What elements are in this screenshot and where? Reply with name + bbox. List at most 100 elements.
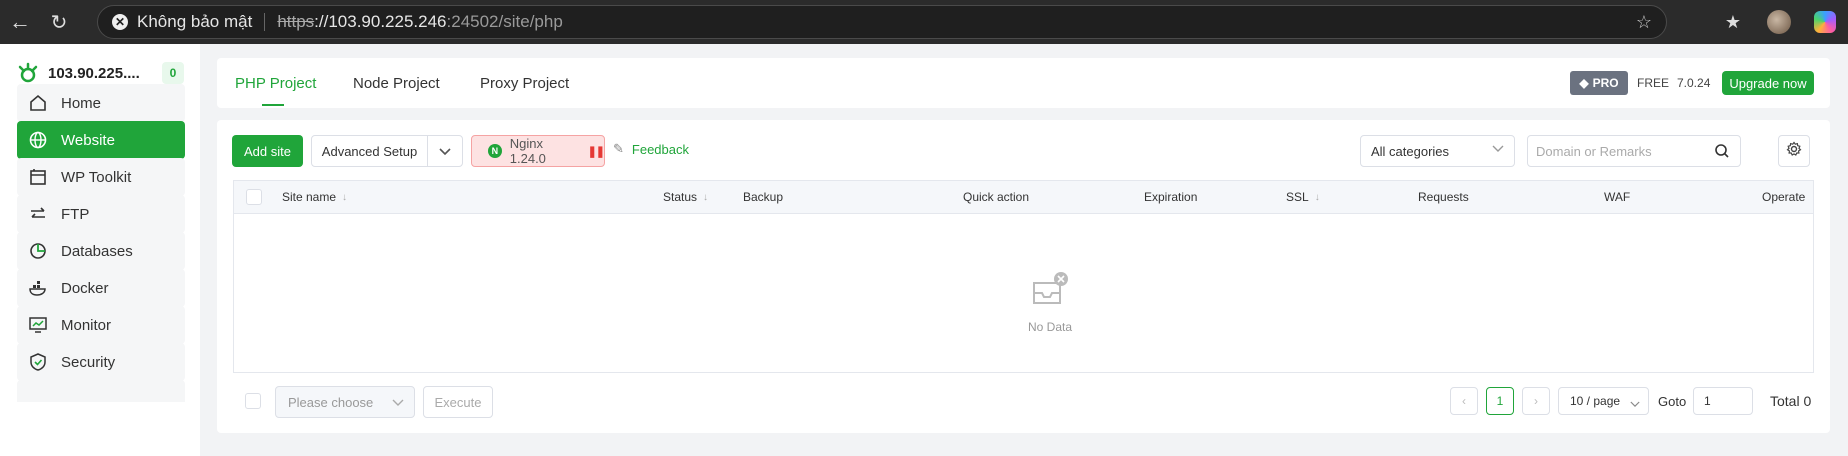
search-input[interactable] [1536, 143, 1706, 159]
page-number-button[interactable]: 1 [1486, 387, 1514, 415]
notification-badge[interactable]: 0 [162, 62, 184, 84]
diamond-icon: ◆ [1579, 76, 1589, 90]
sidebar-item-label: Monitor [61, 316, 112, 334]
goto-page-input[interactable]: 1 [1693, 387, 1753, 415]
docker-icon [27, 277, 49, 299]
column-ssl[interactable]: SSL ↓ [1286, 190, 1320, 204]
sidebar-item-label: Website [61, 131, 115, 149]
next-page-button[interactable]: › [1522, 387, 1550, 415]
server-host: 103.90.225.... [48, 64, 140, 82]
shield-icon [27, 351, 49, 373]
empty-state: No Data [1000, 271, 1100, 334]
browser-toolbar: ← ↻ ✕ Không bảo mật https://103.90.225.2… [0, 0, 1848, 44]
batch-select-checkbox[interactable] [245, 393, 261, 409]
sidebar-item-label: Home [61, 94, 102, 112]
sidebar-item-wp-toolkit[interactable]: WP Toolkit [17, 158, 185, 196]
sort-icon: ↓ [342, 191, 348, 203]
sidebar-item-label: Security [61, 353, 116, 371]
home-icon [27, 92, 49, 114]
nginx-version-label: Nginx 1.24.0 [509, 136, 546, 166]
add-site-button[interactable]: Add site [232, 135, 303, 167]
batch-action-select[interactable]: Please choose [275, 386, 415, 418]
feedback-label: Feedback [631, 141, 689, 157]
sidebar-item-label: FTP [61, 205, 90, 223]
security-label[interactable]: Không bảo mật [137, 12, 252, 32]
table-settings-button[interactable] [1778, 135, 1810, 167]
sidebar-item-home[interactable]: Home [17, 84, 185, 122]
browser-actions: ★ [1710, 0, 1848, 44]
sidebar-item-label: Docker [61, 279, 109, 297]
sidebar-item-label: Databases [61, 242, 133, 260]
free-label: FREE [1637, 76, 1670, 90]
tab-php-project[interactable]: PHP Project [235, 58, 316, 108]
bookmark-star-icon[interactable]: ☆ [1636, 12, 1652, 33]
column-expiration: Expiration [1144, 190, 1198, 204]
sidebar: 103.90.225.... 0 Home Website WP Toolkit… [0, 44, 200, 456]
aapanel-logo-icon [18, 62, 38, 83]
copilot-icon[interactable] [1802, 11, 1848, 33]
back-icon[interactable]: ← [0, 2, 40, 42]
execute-button[interactable]: Execute [423, 386, 493, 418]
profile-avatar[interactable] [1756, 10, 1802, 34]
gear-icon [1786, 141, 1802, 162]
url-text[interactable]: https://103.90.225.246:24502/site/php [277, 12, 562, 32]
sort-icon: ↓ [1314, 191, 1320, 203]
nginx-icon: N [488, 144, 502, 158]
search-box[interactable] [1527, 135, 1741, 167]
column-quick-action: Quick action [963, 190, 1030, 204]
column-operate: Operate [1762, 190, 1806, 204]
empty-inbox-icon [1033, 272, 1068, 304]
column-status[interactable]: Status ↓ [663, 190, 708, 204]
active-tab-indicator [262, 104, 284, 106]
database-icon [27, 240, 49, 262]
category-select[interactable]: All categories [1360, 135, 1515, 167]
prev-page-button[interactable]: ‹ [1450, 387, 1478, 415]
address-divider [264, 13, 266, 31]
sidebar-item-ftp[interactable]: FTP [17, 195, 185, 233]
wp-toolkit-icon [27, 166, 49, 188]
sidebar-item-security[interactable]: Security [17, 343, 185, 381]
chevron-right-icon: › [1534, 394, 1538, 408]
tab-node-project[interactable]: Node Project [353, 58, 440, 108]
search-icon[interactable] [1714, 143, 1730, 164]
column-site-name[interactable]: Site name ↓ [282, 190, 347, 204]
chevron-down-icon [392, 395, 404, 410]
feedback-link[interactable]: ✎ Feedback [613, 141, 689, 157]
sidebar-item-monitor[interactable]: Monitor [17, 306, 185, 344]
favorites-icon[interactable]: ★ [1710, 12, 1756, 33]
sidebar-item-label: WP Toolkit [61, 168, 132, 186]
table-header: Site name ↓ Status ↓ Backup Quick action E… [234, 181, 1813, 214]
edit-icon: ✎ [613, 141, 624, 156]
version-label: 7.0.24 [1677, 76, 1711, 90]
address-bar[interactable]: ✕ Không bảo mật https://103.90.225.246:2… [97, 5, 1667, 39]
upgrade-now-button[interactable]: Upgrade now [1722, 71, 1814, 95]
site-table: Site name ↓ Status ↓ Backup Quick action E… [233, 180, 1814, 373]
chevron-down-icon [439, 144, 451, 159]
select-all-checkbox[interactable] [246, 189, 262, 205]
advanced-setup-dropdown[interactable] [427, 135, 463, 167]
chevron-down-icon [1492, 144, 1504, 156]
reload-icon[interactable]: ↻ [39, 2, 79, 42]
advanced-setup-button[interactable]: Advanced Setup [311, 135, 428, 167]
tab-proxy-project[interactable]: Proxy Project [480, 58, 569, 108]
column-backup: Backup [743, 190, 784, 204]
sort-icon: ↓ [703, 191, 709, 203]
not-secure-icon[interactable]: ✕ [112, 14, 128, 30]
sidebar-item-docker[interactable]: Docker [17, 269, 185, 307]
sidebar-item-partial [17, 380, 185, 402]
goto-label: Goto [1658, 394, 1687, 409]
chevron-down-icon [1630, 397, 1640, 411]
total-count: Total 0 [1770, 393, 1812, 409]
empty-state-label: No Data [1027, 320, 1073, 334]
ftp-transfer-icon [27, 203, 49, 225]
category-value: All categories [1371, 143, 1450, 159]
page-size-select[interactable]: 10 / page [1558, 387, 1649, 415]
sidebar-item-website[interactable]: Website [17, 121, 185, 159]
column-requests: Requests [1418, 190, 1469, 204]
monitor-icon [27, 314, 49, 336]
nginx-status-button[interactable]: N Nginx 1.24.0 ❚❚ [471, 135, 605, 167]
column-waf: WAF [1604, 190, 1631, 204]
sidebar-item-databases[interactable]: Databases [17, 232, 185, 270]
pro-badge[interactable]: ◆ PRO [1570, 71, 1628, 95]
pause-icon: ❚❚ [587, 145, 605, 158]
